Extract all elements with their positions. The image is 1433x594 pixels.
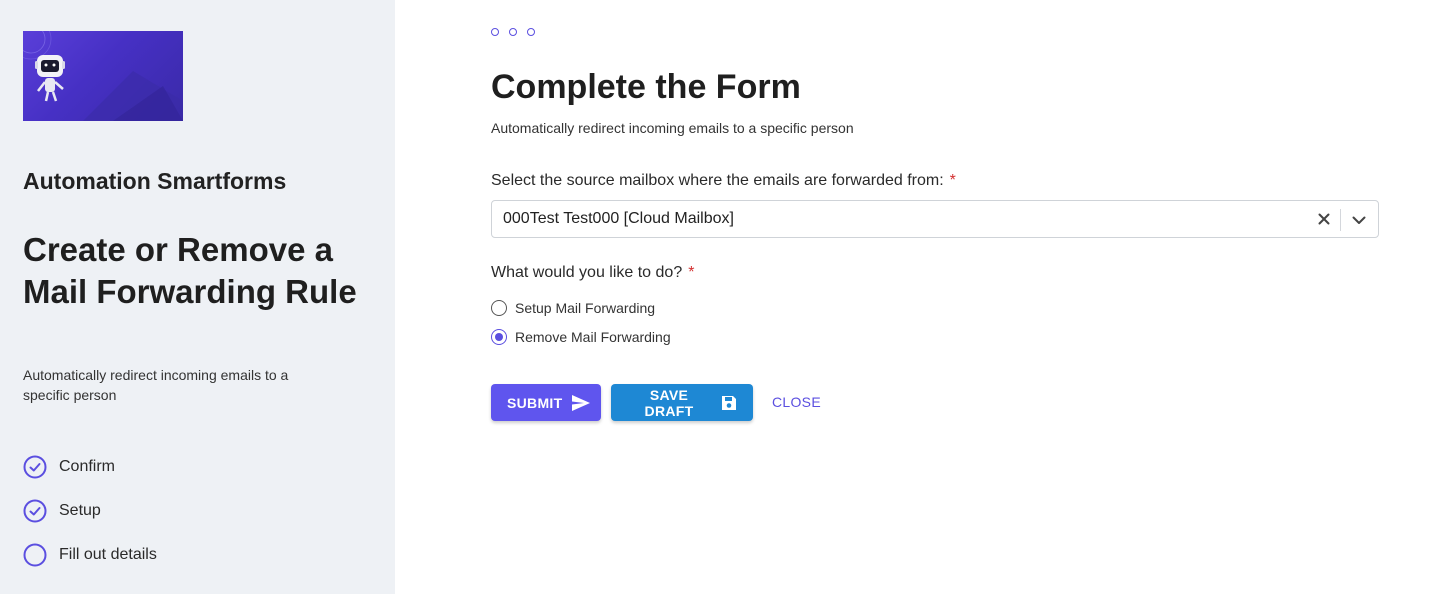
submit-button-label: SUBMIT — [507, 394, 563, 411]
source-mailbox-label-text: Select the source mailbox where the emai… — [491, 172, 944, 189]
progress-dot — [491, 28, 499, 36]
select-divider — [1340, 209, 1341, 231]
submit-button[interactable]: SUBMIT — [491, 384, 601, 421]
send-icon — [572, 394, 591, 411]
action-label: What would you like to do? * — [491, 264, 694, 282]
check-circle-icon — [23, 499, 47, 523]
radio-remove-mail-forwarding[interactable]: Remove Mail Forwarding — [491, 329, 671, 345]
step-label: Fill out details — [59, 546, 157, 563]
sidebar: Automation Smartforms Create or Remove a… — [0, 0, 395, 594]
action-label-text: What would you like to do? — [491, 264, 683, 281]
radio-label: Setup Mail Forwarding — [515, 300, 656, 316]
source-mailbox-select[interactable]: 000Test Test000 [Cloud Mailbox] — [491, 200, 1379, 238]
source-mailbox-label: Select the source mailbox where the emai… — [491, 172, 956, 190]
step-setup: Setup — [23, 498, 323, 524]
progress-dots — [491, 28, 535, 36]
page-title: Complete the Form — [491, 68, 801, 106]
radio-button[interactable] — [491, 300, 507, 316]
radio-setup-mail-forwarding[interactable]: Setup Mail Forwarding — [491, 300, 655, 316]
page-description: Automatically redirect incoming emails t… — [491, 120, 854, 136]
empty-circle-icon — [23, 543, 47, 567]
progress-dot — [509, 28, 517, 36]
progress-dot — [527, 28, 535, 36]
brand-name: Automation Smartforms — [23, 168, 287, 194]
save-draft-button[interactable]: SAVE DRAFT — [611, 384, 753, 421]
source-mailbox-value: 000Test Test000 [Cloud Mailbox] — [503, 210, 734, 227]
clear-icon[interactable] — [1314, 209, 1334, 229]
step-label: Setup — [59, 502, 101, 519]
step-confirm: Confirm — [23, 454, 323, 480]
chevron-down-icon[interactable] — [1348, 209, 1370, 231]
floppy-disk-icon — [721, 395, 737, 411]
radio-button[interactable] — [491, 329, 507, 345]
robot-logo — [23, 31, 183, 121]
required-mark: * — [949, 172, 956, 189]
form-title: Create or Remove a Mail Forwarding Rule — [23, 231, 357, 310]
step-fill-out-details: Fill out details — [23, 542, 323, 568]
step-label: Confirm — [59, 458, 116, 475]
required-mark: * — [688, 264, 695, 281]
save-draft-button-label: SAVE DRAFT — [644, 386, 694, 419]
check-circle-icon — [23, 455, 47, 479]
close-button[interactable]: CLOSE — [772, 394, 821, 410]
form-description: Automatically redirect incoming emails t… — [23, 367, 289, 403]
robot-logo-illustration — [23, 31, 183, 121]
radio-label: Remove Mail Forwarding — [515, 329, 671, 345]
